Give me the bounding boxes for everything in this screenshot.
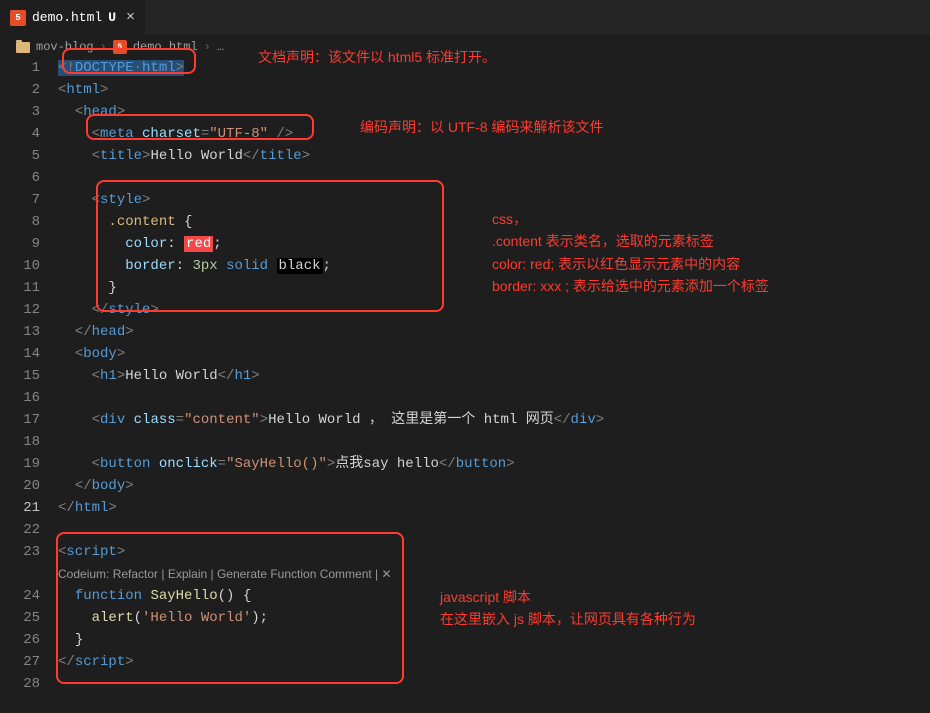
code-line[interactable] <box>58 387 930 409</box>
chevron-right-icon: › <box>204 40 211 54</box>
code-line[interactable]: </script> <box>58 651 930 673</box>
code-line[interactable]: } <box>58 277 930 299</box>
code-line[interactable]: </html> <box>58 497 930 519</box>
tab-bar: 5 demo.html U × <box>0 0 930 35</box>
code-line[interactable]: <!DOCTYPE·html> <box>58 57 930 79</box>
code-line[interactable]: <script> <box>58 541 930 563</box>
html5-icon: 5 <box>10 10 26 26</box>
code-line[interactable]: <body> <box>58 343 930 365</box>
code-line[interactable]: </body> <box>58 475 930 497</box>
code-line[interactable]: <title>Hello World</title> <box>58 145 930 167</box>
code-line[interactable]: alert('Hello World'); <box>58 607 930 629</box>
editor-tab[interactable]: 5 demo.html U × <box>0 0 146 35</box>
code-line[interactable] <box>58 167 930 189</box>
tab-label: demo.html <box>32 10 102 25</box>
breadcrumb[interactable]: mov-blog › 5 demo.html › … <box>0 35 930 57</box>
code-line[interactable]: <style> <box>58 189 930 211</box>
code-area[interactable]: <!DOCTYPE·html> <html> <head> <meta char… <box>58 57 930 695</box>
close-icon[interactable]: × <box>126 9 135 26</box>
code-line[interactable]: color: red; <box>58 233 930 255</box>
tab-modified-status: U <box>108 10 116 25</box>
code-line[interactable]: } <box>58 629 930 651</box>
line-gutter: 1234567891011121314151617181920212223 24… <box>0 57 58 695</box>
code-line[interactable]: .content { <box>58 211 930 233</box>
codelens[interactable]: Codeium: Refactor | Explain | Generate F… <box>58 563 930 585</box>
code-line[interactable]: </style> <box>58 299 930 321</box>
html5-icon: 5 <box>113 40 127 54</box>
code-line[interactable] <box>58 431 930 453</box>
code-line[interactable]: <head> <box>58 101 930 123</box>
code-line[interactable]: <div class="content">Hello World ， 这里是第一… <box>58 409 930 431</box>
code-line[interactable]: <h1>Hello World</h1> <box>58 365 930 387</box>
code-line[interactable]: </head> <box>58 321 930 343</box>
code-line[interactable] <box>58 673 930 695</box>
code-line[interactable] <box>58 519 930 541</box>
code-line[interactable]: <meta charset="UTF-8" /> <box>58 123 930 145</box>
editor[interactable]: 1234567891011121314151617181920212223 24… <box>0 57 930 695</box>
breadcrumb-more[interactable]: … <box>217 40 224 54</box>
code-line[interactable]: <html> <box>58 79 930 101</box>
code-line[interactable]: function SayHello() { <box>58 585 930 607</box>
chevron-right-icon: › <box>100 40 107 54</box>
folder-icon <box>16 42 30 53</box>
breadcrumb-folder[interactable]: mov-blog <box>36 40 94 54</box>
breadcrumb-file[interactable]: demo.html <box>133 40 198 54</box>
code-line[interactable]: border: 3px solid black; <box>58 255 930 277</box>
code-line[interactable]: <button onclick="SayHello()">点我say hello… <box>58 453 930 475</box>
